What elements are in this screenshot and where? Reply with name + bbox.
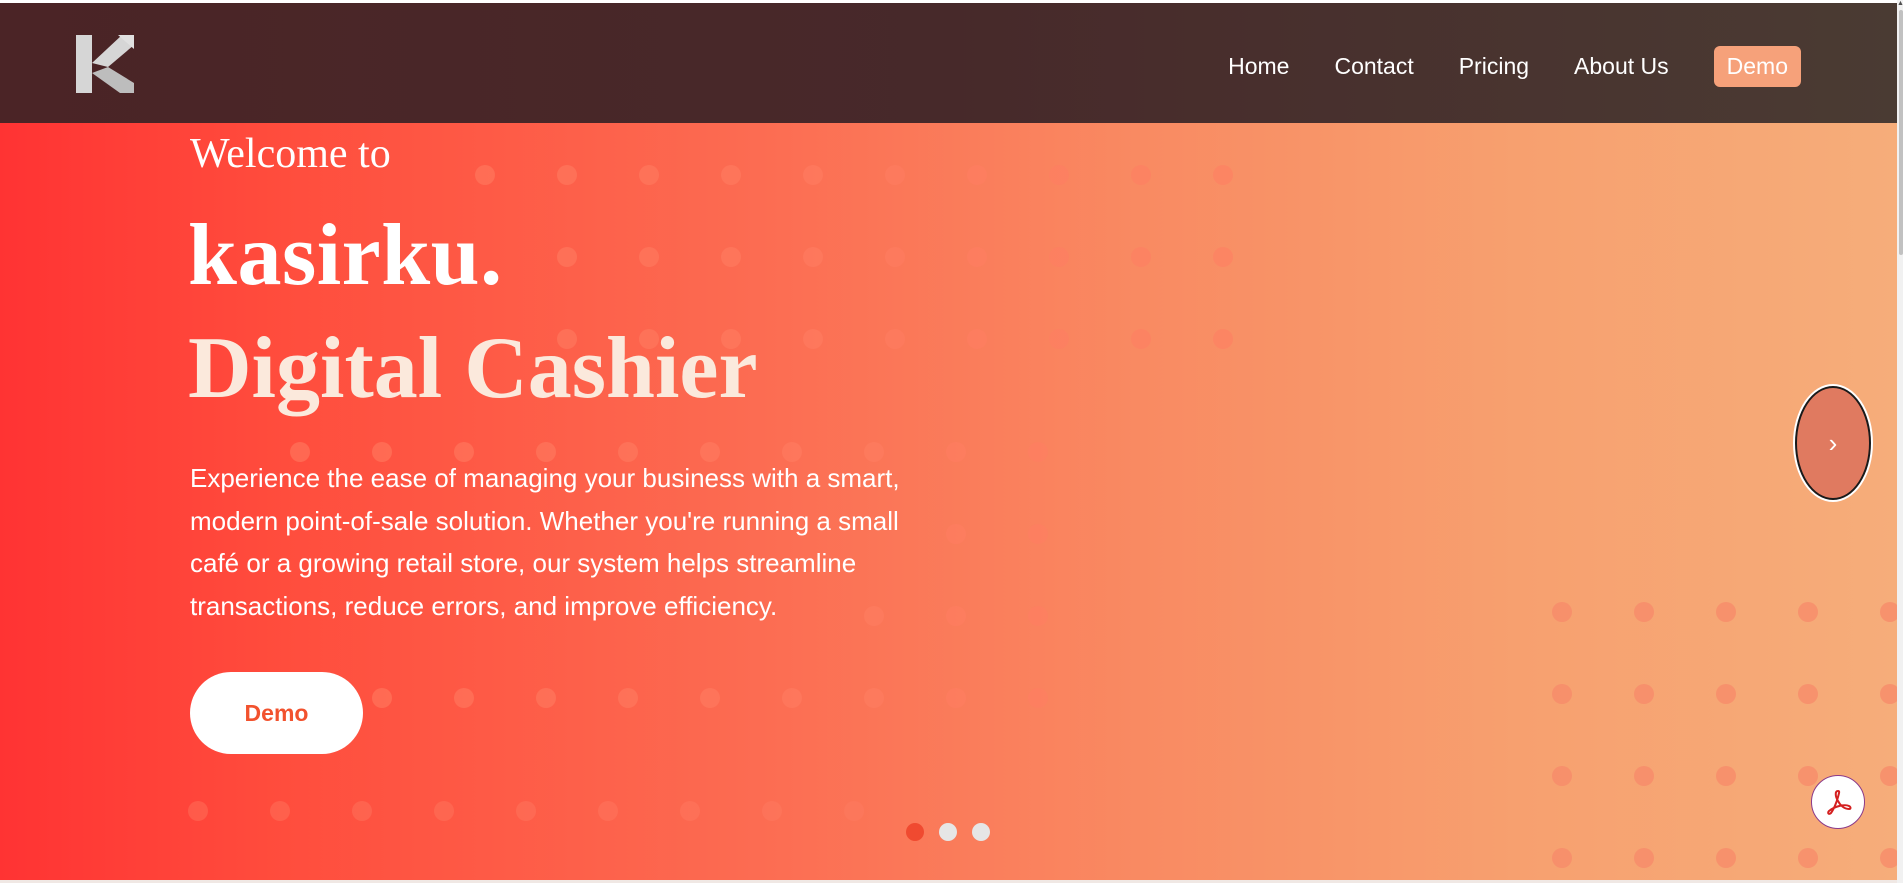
hero-demo-button[interactable]: Demo [190,672,363,754]
nav-contact[interactable]: Contact [1334,53,1413,80]
nav-demo-button[interactable]: Demo [1713,46,1801,87]
main-nav: Home Contact Pricing About Us Demo [1183,46,1801,87]
carousel-indicators [906,823,1005,841]
carousel-indicator-2[interactable] [939,823,957,841]
scroll-up-icon[interactable]: ▲ [1897,0,1903,8]
hero-section: Welcome to kasirku. Digital Cashier Expe… [0,0,1897,883]
carousel-indicator-1[interactable] [906,823,924,841]
dot-pattern-right [1552,602,1897,868]
site-header: Home Contact Pricing About Us Demo [0,3,1897,123]
chevron-right-icon: › [1828,427,1838,458]
nav-about-us[interactable]: About Us [1574,53,1669,80]
carousel-next-button[interactable]: › [1795,386,1871,500]
brand-title: kasirku. [188,207,503,304]
pdf-icon[interactable] [1811,775,1865,829]
tagline-title: Digital Cashier [188,320,758,417]
carousel-indicator-3[interactable] [972,823,990,841]
dot-grid-bottom [188,801,864,821]
nav-home[interactable]: Home [1228,53,1289,80]
scrollbar-thumb[interactable] [1899,10,1903,255]
page-scrollbar[interactable]: ▲ [1897,0,1903,883]
kasirku-logo-icon[interactable] [74,33,136,95]
welcome-text: Welcome to [190,131,391,177]
page: Welcome to kasirku. Digital Cashier Expe… [0,0,1903,883]
nav-pricing[interactable]: Pricing [1459,53,1529,80]
hero-description: Experience the ease of managing your bus… [190,463,900,621]
